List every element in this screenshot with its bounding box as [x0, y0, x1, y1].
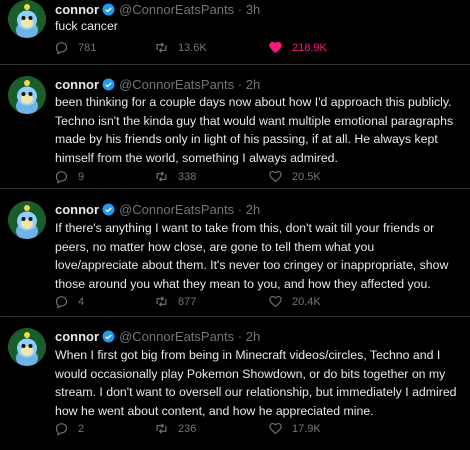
like-count: 17.9K: [292, 422, 321, 435]
like-count: 218.9K: [292, 41, 327, 54]
retweet-button[interactable]: 236: [154, 421, 196, 436]
timestamp[interactable]: 2h: [246, 202, 260, 217]
heart-icon: [269, 170, 282, 183]
retweet-count: 13.6K: [178, 41, 207, 54]
separator-dot: ·: [234, 329, 246, 344]
reply-count: 2: [78, 422, 85, 435]
tweet-header: connor @ConnorEatsPants · 2h: [55, 77, 260, 92]
tweet[interactable]: connor @ConnorEatsPants · 2h If there's …: [0, 189, 470, 317]
reply-icon: [55, 42, 68, 55]
avatar[interactable]: [8, 201, 46, 239]
like-button[interactable]: 17.9K: [268, 421, 321, 436]
avatar[interactable]: [8, 0, 46, 38]
display-name[interactable]: connor: [55, 329, 99, 344]
tweet[interactable]: connor @ConnorEatsPants · 2h been thinki…: [0, 65, 470, 189]
avatar[interactable]: [8, 328, 46, 366]
verified-badge-icon: [102, 203, 115, 216]
retweet-button[interactable]: 338: [154, 169, 196, 184]
handle[interactable]: @ConnorEatsPants: [119, 2, 234, 17]
retweet-count: 236: [178, 422, 197, 435]
reply-button[interactable]: 781: [54, 40, 96, 55]
tweet[interactable]: connor @ConnorEatsPants · 3h fuck cancer…: [0, 0, 470, 65]
separator-dot: ·: [234, 77, 246, 92]
retweet-button[interactable]: 13.6K: [154, 40, 207, 55]
verified-badge-icon: [102, 3, 115, 16]
tweet[interactable]: connor @ConnorEatsPants · 2h When I firs…: [0, 317, 470, 450]
reply-button[interactable]: 4: [54, 294, 84, 309]
timestamp[interactable]: 3h: [246, 2, 260, 17]
retweet-icon: [156, 296, 167, 307]
reply-button[interactable]: 2: [54, 421, 84, 436]
tweet-header: connor @ConnorEatsPants · 2h: [55, 202, 260, 217]
tweet-text: When I first got big from being in Minec…: [55, 348, 457, 418]
like-count: 20.5K: [292, 170, 321, 183]
chao-avatar-icon: [8, 0, 46, 38]
display-name[interactable]: connor: [55, 202, 99, 217]
handle[interactable]: @ConnorEatsPants: [119, 329, 234, 344]
retweet-count: 877: [178, 295, 197, 308]
like-button[interactable]: 218.9K: [268, 40, 327, 55]
avatar[interactable]: [8, 76, 46, 114]
like-button[interactable]: 20.4K: [268, 294, 321, 309]
tweet-header: connor @ConnorEatsPants · 3h: [55, 2, 260, 17]
chao-avatar-icon: [8, 201, 46, 239]
like-button[interactable]: 20.5K: [268, 169, 321, 184]
retweet-icon: [156, 171, 167, 182]
separator-dot: ·: [234, 2, 246, 17]
retweet-button[interactable]: 877: [154, 294, 196, 309]
tweet-actions: 781 13.6K 218.9K: [54, 40, 454, 58]
reply-count: 4: [78, 295, 85, 308]
verified-badge-icon: [102, 78, 115, 91]
reply-button[interactable]: 9: [54, 169, 84, 184]
timestamp[interactable]: 2h: [246, 329, 260, 344]
display-name[interactable]: connor: [55, 77, 99, 92]
timestamp[interactable]: 2h: [246, 77, 260, 92]
tweet-actions: 2 236 17.9K: [54, 421, 454, 439]
retweet-count: 338: [178, 170, 197, 183]
chao-avatar-icon: [8, 76, 46, 114]
separator-dot: ·: [234, 202, 246, 217]
like-count: 20.4K: [292, 295, 321, 308]
retweet-icon: [156, 42, 167, 53]
reply-icon: [55, 296, 68, 309]
chao-avatar-icon: [8, 328, 46, 366]
reply-count: 781: [78, 41, 97, 54]
verified-badge-icon: [102, 330, 115, 343]
handle[interactable]: @ConnorEatsPants: [119, 202, 234, 217]
heart-icon: [269, 422, 282, 435]
heart-icon: [269, 41, 282, 54]
reply-icon: [55, 423, 68, 436]
retweet-icon: [156, 423, 167, 434]
reply-count: 9: [78, 170, 85, 183]
tweet-header: connor @ConnorEatsPants · 2h: [55, 329, 260, 344]
tweet-actions: 4 877 20.4K: [54, 294, 454, 312]
handle[interactable]: @ConnorEatsPants: [119, 77, 234, 92]
tweet-text: been thinking for a couple days now abou…: [55, 95, 454, 165]
display-name[interactable]: connor: [55, 2, 99, 17]
heart-icon: [269, 295, 282, 308]
reply-icon: [55, 171, 68, 184]
tweet-text: fuck cancer: [55, 19, 118, 33]
tweet-actions: 9 338 20.5K: [54, 169, 454, 187]
tweet-text: If there's anything I want to take from …: [55, 221, 449, 291]
